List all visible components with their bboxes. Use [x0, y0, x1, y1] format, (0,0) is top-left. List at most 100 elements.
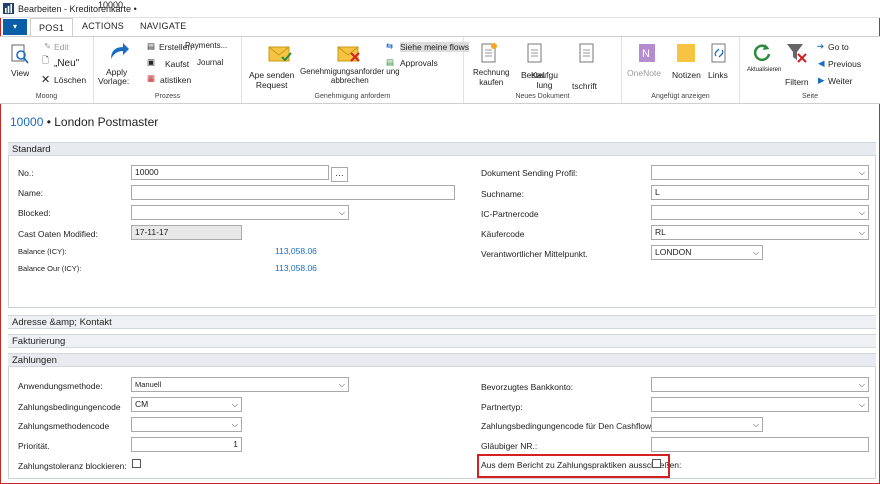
chevron-down-icon: ⌵ [338, 208, 345, 217]
approvals-icon: ▤ [386, 57, 395, 67]
purchaser-label: Käufercode [481, 229, 525, 239]
blocked-dropdown[interactable]: ⌵ [131, 205, 349, 220]
doc-sending-profile-dropdown[interactable]: ⌵ [651, 165, 869, 180]
search-name-field[interactable]: L [651, 185, 869, 200]
apply-template-icon [111, 43, 129, 59]
payment-method-label: Zahlungsmethodencode [18, 421, 110, 431]
chevron-down-icon: ⌵ [858, 228, 865, 237]
edit-pencil-icon: ✎ [44, 41, 52, 51]
ic-partner-label: IC-Partnercode [481, 209, 539, 219]
tab-pos1[interactable]: POS1 [30, 18, 74, 37]
filter-icon [787, 44, 807, 63]
priority-label: Priorität. [18, 441, 50, 451]
section-standard-header[interactable]: Standard [8, 142, 876, 156]
name-label: Name: [18, 188, 44, 198]
cancel-request-button[interactable]: Genehmigungsanforder ung abbrechen [300, 67, 400, 85]
chevron-down-icon: ⌵ [752, 248, 759, 257]
order-icon [527, 43, 542, 63]
no-assist-button[interactable]: … [331, 167, 348, 182]
ribbon-group-process: Apply Vorlage: ▤ Erstellen Payments... ▣… [94, 37, 242, 103]
ribbon-group-label: Seite [802, 93, 818, 100]
page-title-text: • London Postmaster [43, 115, 159, 129]
partner-type-dropdown[interactable]: ⌵ [651, 397, 869, 412]
cancel-approval-icon [337, 46, 360, 62]
application-method-dropdown[interactable]: Manuell ⌵ [131, 377, 349, 392]
creditor-no-field[interactable] [651, 437, 869, 452]
resp-center-label: Verantwortlicher Mittelpunkt. [481, 249, 588, 259]
notes-icon [677, 44, 695, 62]
onenote-button[interactable]: OneNote [627, 68, 661, 78]
tolerance-label: Zahlungstoleranz blockieren: [18, 461, 127, 471]
refresh-button[interactable]: Aktualisieren [747, 67, 781, 73]
payment-method-dropdown[interactable]: ⌵ [131, 417, 242, 432]
bank-account-dropdown[interactable]: ⌵ [651, 377, 869, 392]
payments-button[interactable]: Payments... [185, 41, 227, 50]
chevron-down-icon: ⌵ [858, 380, 865, 389]
next-arrow-icon: ▶ [818, 75, 825, 85]
purchase-invoice-button[interactable]: Rechnung kaufen [473, 68, 509, 88]
section-payments-header[interactable]: Zahlungen [8, 353, 876, 367]
delete-button[interactable]: Löschen [54, 75, 86, 85]
purchase-button[interactable]: Kaufst [165, 59, 189, 69]
new-button[interactable]: „Neu" [54, 58, 79, 69]
highlight-box [477, 454, 670, 478]
window-record-no: 10000 [98, 0, 124, 10]
section-address-header[interactable]: Adresse &amp; Kontakt [8, 315, 876, 329]
tolerance-checkbox[interactable] [132, 459, 141, 468]
balance-value-link[interactable]: 113,058.06 [275, 246, 317, 256]
ribbon-group-attached: N OneNote Notizen Links Angefügt anzeige… [622, 37, 740, 103]
last-modified-label: Cast Oaten Modified: [18, 229, 98, 239]
filter-button[interactable]: Filtern [785, 77, 809, 87]
edit-button[interactable]: Edit [54, 42, 69, 52]
tab-navigate[interactable]: NAVIGATE [140, 21, 187, 31]
new-doc-icon: 🗋 [42, 55, 49, 65]
goto-button[interactable]: Go to [828, 42, 849, 52]
journal-button[interactable]: Journal [197, 58, 223, 67]
notes-button[interactable]: Notizen [672, 70, 701, 80]
credit-memo-button[interactable]: tschrift [572, 81, 597, 91]
bank-account-label: Bevorzugtes Bankkonto: [481, 382, 574, 392]
balance-due-value-link[interactable]: 113,058.06 [275, 263, 317, 273]
statistics-icon: ▦ [147, 73, 156, 83]
approvals-button[interactable]: Approvals [400, 58, 438, 68]
payment-terms-dropdown[interactable]: CM ⌵ [131, 397, 242, 412]
purchase-order-button[interactable]: Kaufgu lung [531, 70, 558, 90]
statistics-button[interactable]: atistiken [160, 75, 191, 85]
ribbon-group-manage: View ✎ Edit 🗋 „Neu" ✕ Löschen Moong [0, 37, 94, 103]
ribbon-group-page: Aktualisieren Filtern ➔ Go to ◀ Previous… [740, 37, 880, 103]
search-name-label: Suchname: [481, 189, 524, 199]
view-icon [11, 44, 29, 64]
chevron-down-icon: ⌵ [858, 400, 865, 409]
name-field[interactable] [131, 185, 455, 200]
onenote-icon: N [639, 44, 655, 62]
no-field[interactable]: 10000 [131, 165, 329, 180]
blocked-label: Blocked: [18, 208, 51, 218]
view-button[interactable]: View [11, 68, 29, 78]
section-invoicing-header[interactable]: Fakturierung [8, 334, 876, 348]
chevron-down-icon: ⌵ [338, 380, 345, 389]
ribbon-group-label: Moong [35, 93, 58, 100]
purchaser-dropdown[interactable]: RL ⌵ [651, 225, 869, 240]
previous-arrow-icon: ◀ [818, 58, 825, 68]
tab-actions[interactable]: ACTIONS [82, 21, 124, 31]
resp-center-dropdown[interactable]: LONDON ⌵ [651, 245, 763, 260]
see-flows-button[interactable]: Siehe meine flows [400, 42, 469, 52]
page-title: 10000 • London Postmaster [10, 115, 158, 129]
purchase-invoice-icon [481, 43, 497, 63]
priority-field[interactable]: 1 [131, 437, 242, 452]
svg-text:N: N [642, 48, 650, 60]
cashflow-terms-label: Zahlungsbedingungencode für Den Cashflow [481, 421, 652, 431]
send-approval-icon [268, 46, 292, 62]
send-request-button[interactable]: Ape senden Request [249, 70, 294, 90]
previous-button[interactable]: Previous [828, 59, 861, 69]
balance-label: Balance (ICY): [18, 247, 67, 256]
file-menu-button[interactable]: ▾ [3, 19, 27, 35]
ribbon-group-label: Angefügt anzeigen [651, 93, 710, 100]
chevron-down-icon: ⌵ [231, 420, 238, 429]
ic-partner-dropdown[interactable]: ⌵ [651, 205, 869, 220]
cashflow-terms-dropdown[interactable]: ⌵ [651, 417, 763, 432]
links-button[interactable]: Links [708, 70, 728, 80]
chevron-down-icon: ⌵ [858, 208, 865, 217]
refresh-icon [753, 44, 771, 61]
next-button[interactable]: Weiter [828, 76, 852, 86]
